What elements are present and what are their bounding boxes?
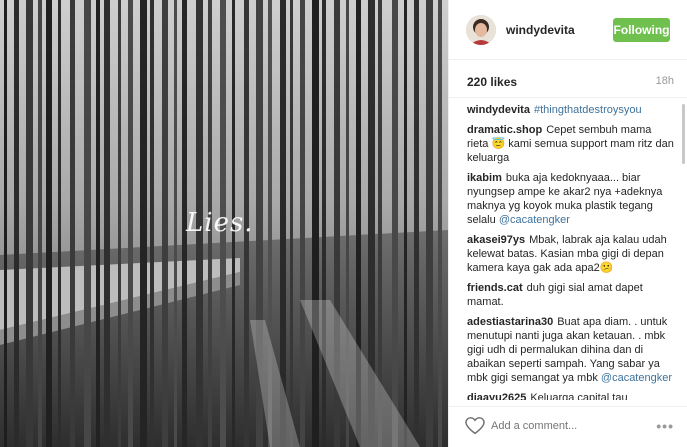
comment-item: ikabim buka aja kedoknyaaa... biar nyungs…: [467, 171, 675, 227]
post-stats: 220 likes 18h: [449, 60, 687, 98]
bamboo-stalk: [322, 0, 326, 447]
bamboo-stalk: [438, 0, 442, 447]
comment-item: adestiastarina30 Buat apa diam. . untuk m…: [467, 315, 675, 385]
post-username[interactable]: windydevita: [506, 23, 575, 37]
bamboo-stalk: [26, 0, 33, 447]
post-photo: Lies.: [0, 0, 448, 447]
bamboo-stalk: [118, 0, 121, 447]
photo-overlay-text: Lies.: [186, 208, 254, 238]
bamboo-stalk: [84, 0, 91, 447]
comment-username[interactable]: friends.cat: [467, 282, 523, 294]
comment-username[interactable]: dramatic.shop: [467, 124, 542, 136]
bamboo-stalk: [174, 0, 177, 447]
bamboo-stalk: [4, 0, 7, 447]
add-comment-input[interactable]: [491, 420, 671, 432]
bamboo-stalk: [140, 0, 147, 447]
comment-item: dramatic.shop Cepet sembuh mama rieta 😇 k…: [467, 123, 675, 165]
bamboo-stalk: [38, 0, 42, 447]
bamboo-stalk: [290, 0, 293, 447]
comments-scrollbar[interactable]: [682, 104, 685, 164]
likes-count[interactable]: 220 likes: [467, 75, 517, 89]
bamboo-stalk: [128, 0, 133, 447]
comment-username[interactable]: adestiastarina30: [467, 316, 553, 328]
bamboo-stalk: [392, 0, 398, 447]
comment-mention[interactable]: @cacatengker: [601, 372, 672, 384]
comment-item: akasei97ys Mbak, labrak aja kalau udah ke…: [467, 233, 675, 275]
bamboo-stalk: [312, 0, 319, 447]
more-options-icon[interactable]: •••: [656, 419, 674, 433]
post-side-panel: windydevita Following 220 likes 18h wind…: [448, 0, 687, 447]
bamboo-stalk: [426, 0, 433, 447]
post-timestamp[interactable]: 18h: [656, 75, 674, 87]
bamboo-stalk: [300, 0, 305, 447]
bamboo-stalk: [414, 0, 419, 447]
comment-item: windydevita #thingthatdestroysyou: [467, 103, 675, 117]
comment-username[interactable]: diaayu2625: [467, 392, 526, 400]
comment-username[interactable]: ikabim: [467, 172, 502, 184]
bamboo-stalk: [46, 0, 52, 447]
bamboo-stalk: [150, 0, 154, 447]
bamboo-stalk: [14, 0, 19, 447]
bamboo-stalk: [104, 0, 110, 447]
comment-username[interactable]: akasei97ys: [467, 234, 525, 246]
bamboo-stalk: [404, 0, 407, 447]
bamboo-stalk: [70, 0, 75, 447]
bamboo-stalk: [96, 0, 100, 447]
comment-hashtag[interactable]: #thingthatdestroysyou: [534, 104, 642, 116]
comment-username[interactable]: windydevita: [467, 104, 530, 116]
comment-item: friends.cat duh gigi sial amat dapet mama…: [467, 281, 675, 309]
comments-list[interactable]: windydevita #thingthatdestroysyou dramati…: [449, 98, 687, 400]
bamboo-stalk: [58, 0, 61, 447]
avatar[interactable]: [466, 15, 496, 45]
avatar-image: [466, 15, 496, 45]
following-button[interactable]: Following: [613, 18, 670, 42]
heart-icon[interactable]: [465, 417, 485, 435]
comment-mention[interactable]: @cacatengker: [499, 214, 570, 226]
comment-item: diaayu2625Keluarga capital tau bagaimana…: [467, 391, 675, 400]
bamboo-stalk: [162, 0, 168, 447]
post-footer: •••: [449, 406, 687, 447]
post-header: windydevita Following: [449, 0, 687, 60]
